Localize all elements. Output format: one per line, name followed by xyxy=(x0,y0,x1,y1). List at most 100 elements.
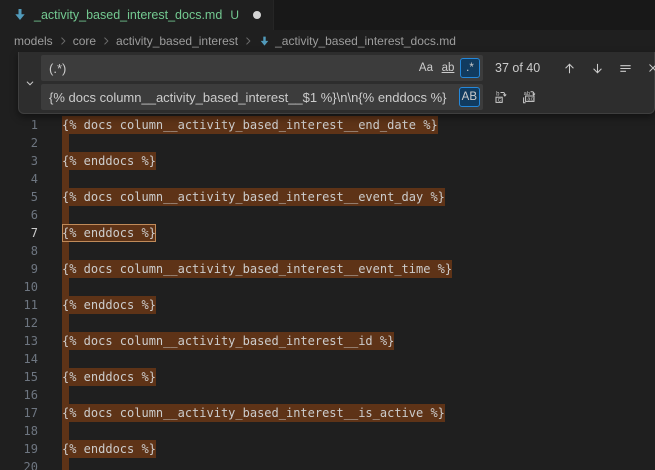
editor-line[interactable]: 12 xyxy=(0,314,655,332)
regex-button[interactable]: .* xyxy=(460,58,480,78)
find-match-empty xyxy=(62,314,69,332)
line-text: {% enddocs %} xyxy=(62,368,156,386)
match-count: 37 of 40 xyxy=(495,61,551,75)
line-number[interactable]: 18 xyxy=(0,422,38,440)
line-number[interactable]: 11 xyxy=(0,296,38,314)
editor-line[interactable]: 2 xyxy=(0,134,655,152)
editor-line[interactable]: 18 xyxy=(0,422,655,440)
editor-line[interactable]: 4 xyxy=(0,170,655,188)
breadcrumb-item[interactable]: models xyxy=(12,34,55,48)
find-input[interactable]: (.*) Aa ab .* xyxy=(41,55,483,81)
line-number[interactable]: 1 xyxy=(0,116,38,134)
tab-bar: _activity_based_interest_docs.md U xyxy=(0,0,655,30)
chevron-right-icon xyxy=(55,35,71,47)
git-status-badge: U xyxy=(230,8,239,22)
editor-line[interactable]: 5 {% docs column__activity_based_interest… xyxy=(0,188,655,206)
line-number[interactable]: 6 xyxy=(0,206,38,224)
tab-activity-docs[interactable]: _activity_based_interest_docs.md U xyxy=(0,0,274,30)
markdown-icon xyxy=(258,35,271,48)
svg-text:ac: ac xyxy=(527,95,534,102)
line-text xyxy=(62,206,69,224)
replace-button[interactable]: b c xyxy=(491,87,511,107)
find-match-empty xyxy=(62,242,69,260)
toggle-replace-button[interactable] xyxy=(19,55,41,110)
line-number[interactable]: 13 xyxy=(0,332,38,350)
breadcrumb-item[interactable]: activity_based_interest xyxy=(114,34,240,48)
line-text: {% enddocs %} xyxy=(62,152,156,170)
line-number[interactable]: 14 xyxy=(0,350,38,368)
line-number[interactable]: 12 xyxy=(0,314,38,332)
find-match-empty xyxy=(62,134,69,152)
line-text xyxy=(62,170,69,188)
editor-line[interactable]: 20 xyxy=(0,458,655,470)
line-number[interactable]: 2 xyxy=(0,134,38,152)
editor-line[interactable]: 6 xyxy=(0,206,655,224)
find-match: {% enddocs %} xyxy=(62,368,156,386)
editor-line[interactable]: 13 {% docs column__activity_based_interes… xyxy=(0,332,655,350)
editor-line[interactable]: 19 {% enddocs %} xyxy=(0,440,655,458)
line-number[interactable]: 16 xyxy=(0,386,38,404)
line-number[interactable]: 20 xyxy=(0,458,38,470)
find-in-selection-button[interactable] xyxy=(615,58,635,78)
editor-area: (.*) Aa ab .* 37 of 40 xyxy=(0,52,655,470)
find-match-current: {% enddocs %} xyxy=(62,224,156,242)
editor-line[interactable]: 8 xyxy=(0,242,655,260)
find-match: {% docs column__activity_based_interest_… xyxy=(62,116,438,134)
replace-all-icon: ab ac xyxy=(521,89,537,105)
line-text: {% docs column__activity_based_interest_… xyxy=(62,116,438,134)
find-row: (.*) Aa ab .* 37 of 40 xyxy=(41,55,655,81)
replace-icon: b c xyxy=(493,89,509,105)
editor-line[interactable]: 1 {% docs column__activity_based_interest… xyxy=(0,116,655,134)
previous-match-button[interactable] xyxy=(559,58,579,78)
editor-line[interactable]: 11{% enddocs %} xyxy=(0,296,655,314)
find-match: {% docs column__activity_based_interest_… xyxy=(62,260,452,278)
line-number[interactable]: 9 xyxy=(0,260,38,278)
find-match-empty xyxy=(62,170,69,188)
editor-line[interactable]: 17{% docs column__activity_based_interes… xyxy=(0,404,655,422)
find-input-value: (.*) xyxy=(49,61,416,76)
line-number[interactable]: 3 xyxy=(0,152,38,170)
line-number[interactable]: 5 xyxy=(0,188,38,206)
find-match-empty xyxy=(62,458,69,470)
unsaved-dot-icon[interactable] xyxy=(253,11,261,19)
close-button[interactable] xyxy=(643,58,655,78)
line-text xyxy=(62,386,69,404)
next-match-button[interactable] xyxy=(587,58,607,78)
line-text xyxy=(62,350,69,368)
close-icon xyxy=(646,61,655,75)
line-number[interactable]: 17 xyxy=(0,404,38,422)
line-text: {% enddocs %} xyxy=(62,440,156,458)
find-match: {% enddocs %} xyxy=(62,152,156,170)
line-number[interactable]: 15 xyxy=(0,368,38,386)
chevron-right-icon xyxy=(240,35,256,47)
editor-line[interactable]: 15 {% enddocs %} xyxy=(0,368,655,386)
replace-input-value: {% docs column__activity_based_interest_… xyxy=(49,90,459,105)
line-text xyxy=(62,134,69,152)
whole-word-button[interactable]: ab xyxy=(438,58,458,78)
line-number[interactable]: 19 xyxy=(0,440,38,458)
editor-line[interactable]: 10 xyxy=(0,278,655,296)
editor-line[interactable]: 9 {% docs column__activity_based_interest… xyxy=(0,260,655,278)
editor-line[interactable]: 16 xyxy=(0,386,655,404)
line-number[interactable]: 4 xyxy=(0,170,38,188)
line-number[interactable]: 7 xyxy=(0,224,38,242)
preserve-case-button[interactable]: AB xyxy=(459,87,480,107)
line-number[interactable]: 10 xyxy=(0,278,38,296)
replace-all-button[interactable]: ab ac xyxy=(519,87,539,107)
editor-line[interactable]: 14 xyxy=(0,350,655,368)
find-match: {% docs column__activity_based_interest_… xyxy=(62,332,394,350)
line-number[interactable]: 8 xyxy=(0,242,38,260)
replace-input[interactable]: {% docs column__activity_based_interest_… xyxy=(41,84,483,110)
editor-line[interactable]: 3 {% enddocs %} xyxy=(0,152,655,170)
breadcrumb-item-file[interactable]: _activity_based_interest_docs.md xyxy=(256,34,458,48)
match-case-button[interactable]: Aa xyxy=(416,58,436,78)
line-text: {% docs column__activity_based_interest_… xyxy=(62,188,445,206)
editor-line[interactable]: 7 {% enddocs %} xyxy=(0,224,655,242)
tab-filename: _activity_based_interest_docs.md xyxy=(34,8,222,22)
find-match-empty xyxy=(62,422,69,440)
find-match: {% enddocs %} xyxy=(62,440,156,458)
find-match-empty xyxy=(62,386,69,404)
line-text xyxy=(62,278,69,296)
line-text xyxy=(62,458,69,470)
breadcrumb-item[interactable]: core xyxy=(71,34,98,48)
